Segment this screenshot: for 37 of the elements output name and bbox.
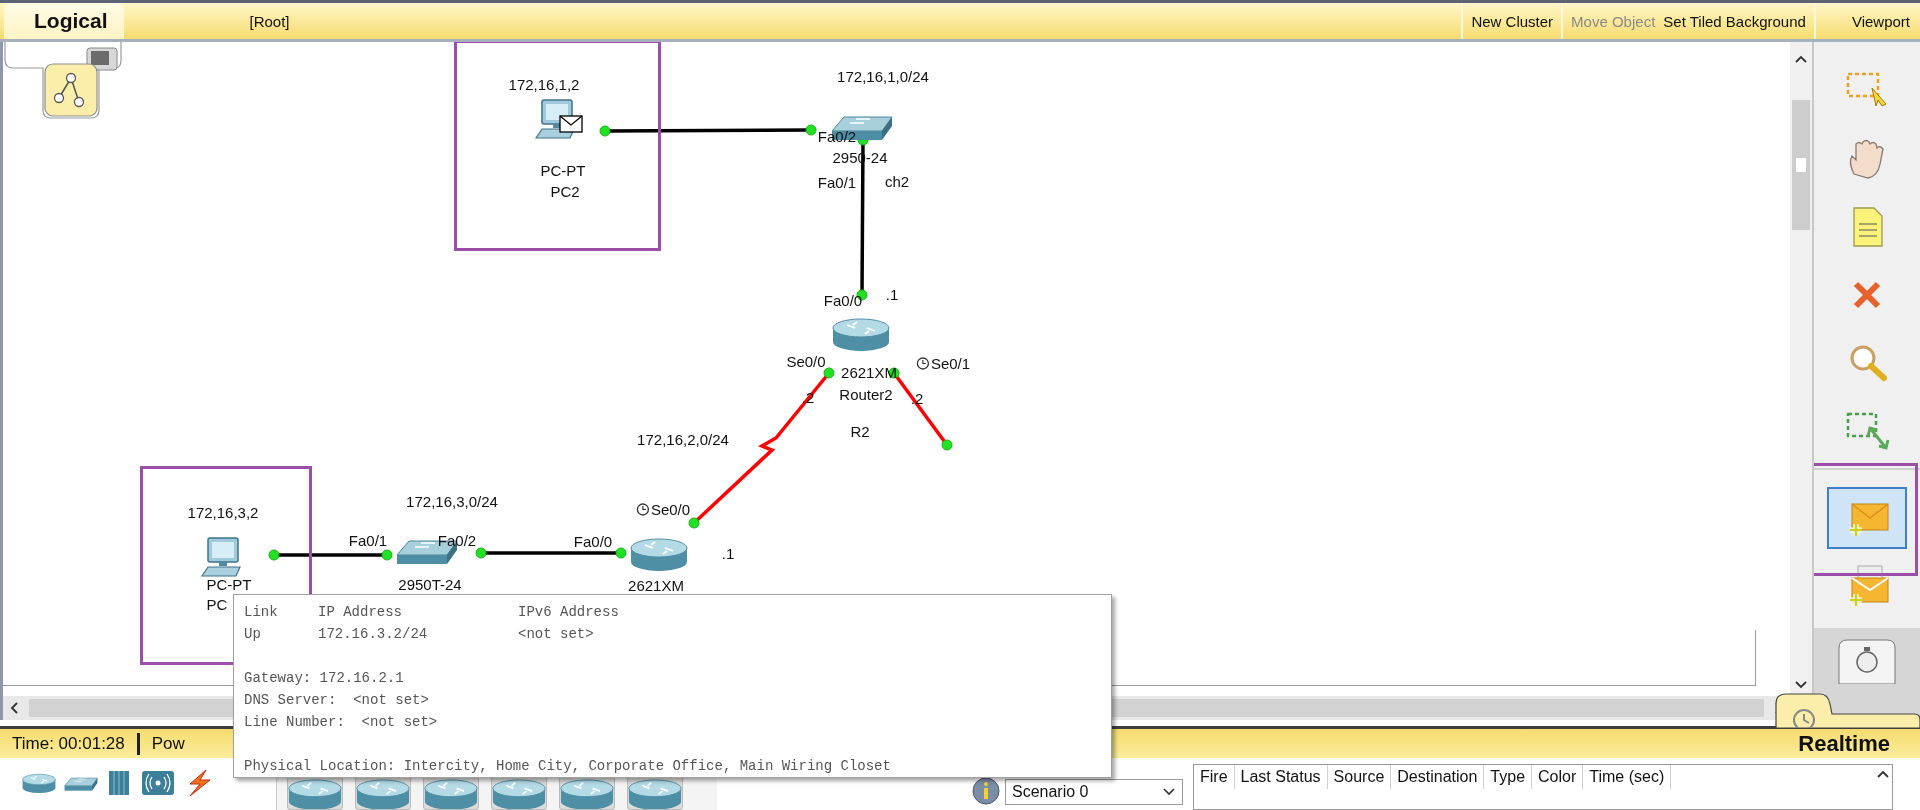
info-line: Line Number: <not set> <box>244 713 439 732</box>
network-label: 172,16,3,0/24 <box>406 492 498 510</box>
location-line: Physical Location: Intercity, Home City, Corporate Office, Main Wiring Closet <box>244 757 892 776</box>
table-cell-text: Up <box>244 626 262 642</box>
network-label: Fa0/2 <box>437 531 477 549</box>
network-label: Fa0/1 <box>348 531 388 549</box>
network-label: .1 <box>885 285 899 303</box>
network-label: 172,16,3,2 <box>187 503 259 521</box>
network-label: R2 <box>850 422 870 440</box>
device-model: 2621XM <box>628 576 684 594</box>
device-model: 2950T-24 <box>398 575 462 593</box>
network-label: 172,16,2,0/24 <box>637 430 729 448</box>
device-name: PC <box>206 595 228 613</box>
info-line: DNS Server: <not set> <box>244 691 430 710</box>
column-header: Link <box>244 604 279 620</box>
device-name: PC2 <box>550 182 580 200</box>
device-model: PC-PT <box>206 575 252 593</box>
port-label: Se0/1 <box>930 354 971 372</box>
network-label: Se0/0 <box>786 352 826 370</box>
network-label: Fa0/0 <box>823 291 863 309</box>
network-label: 172,16,1,2 <box>508 75 580 93</box>
device-model: PC-PT <box>540 161 586 179</box>
info-line: Gateway: 172.16.2.1 <box>244 669 405 688</box>
network-label: 172,16,1,0/24 <box>837 67 929 85</box>
network-label: Fa0/0 <box>573 532 613 550</box>
time-display: Time: 00:01:28 <box>0 732 140 755</box>
network-label: .1 <box>721 544 735 562</box>
port-label: Se0/0 <box>650 500 691 518</box>
device-name: Router2 <box>839 385 893 403</box>
column-header: IPv6 Address <box>518 604 620 620</box>
column-header: IP Address <box>318 604 403 620</box>
table-cell-text: <not set> <box>518 626 595 642</box>
mode-label: Realtime <box>1798 730 1890 757</box>
table-cell-text: 172.16.3.2/24 <box>318 626 429 642</box>
path-label: [Root] <box>249 12 290 30</box>
device-name: ch2 <box>884 172 910 190</box>
network-label: Fa0/1 <box>817 173 857 191</box>
